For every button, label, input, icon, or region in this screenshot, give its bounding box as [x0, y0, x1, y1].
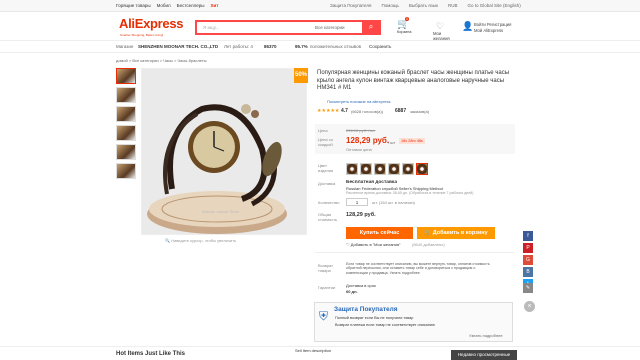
top-link-protection[interactable]: Защита Покупателя	[330, 3, 371, 8]
search-category-select[interactable]: Все категории	[315, 25, 345, 30]
color-swatch[interactable]	[402, 163, 414, 175]
sale-price-label: Цена со скидкой	[318, 137, 333, 147]
googleplus-share-icon[interactable]: G	[523, 255, 533, 265]
user-icon[interactable]: 👤	[462, 21, 473, 32]
store-years: Лет работы: 4	[224, 44, 253, 49]
qty-hint: шт. (154 шт. в наличии)	[372, 200, 415, 205]
total-price: 128,29 руб.	[346, 212, 376, 218]
product-main-image[interactable]: Marcon mouse Store	[141, 68, 307, 235]
color-swatch[interactable]	[388, 163, 400, 175]
delivery-label: Доставка	[318, 181, 336, 186]
guarantee-days: 60 дн.	[346, 289, 358, 294]
top-link-global[interactable]: Go to Global Site (English)	[467, 3, 520, 8]
buy-now-button[interactable]: Купить сейчас	[346, 227, 413, 239]
edit-icon[interactable]: ✎	[523, 283, 533, 293]
order-count: 6887	[395, 108, 407, 114]
buyer-protection-box: ⛨ Защита Покупателя Полный возврат если …	[314, 302, 513, 342]
store-bar: Магазин SHENZHEN MOONAR TECH. CO.,LTD Ле…	[0, 40, 640, 53]
divider	[315, 252, 515, 253]
vk-share-icon[interactable]: B	[523, 267, 533, 277]
review-count[interactable]: (6628 голосов(а))	[351, 109, 383, 114]
thumbnail[interactable]	[116, 106, 136, 122]
sell-item-link[interactable]: Sell Item description	[295, 348, 331, 353]
add-to-cart-button[interactable]: 🛒 Добавить в корзину	[417, 227, 495, 239]
close-icon[interactable]: ×	[524, 301, 535, 312]
store-positive-label: положительных отзывов	[310, 44, 362, 49]
cart-label: Корзина	[397, 30, 412, 34]
rating-value: 4.7	[341, 108, 348, 114]
top-bar: Горящие товары Мобил Бестселлеры Хит Защ…	[0, 0, 640, 12]
account-my[interactable]: Мой AliExpress	[474, 28, 503, 33]
protection-title: Защита Покупателя	[334, 306, 398, 313]
qty-label: Количество	[318, 200, 340, 205]
quantity-stepper[interactable]: 1	[346, 198, 368, 206]
thumbnail[interactable]	[116, 87, 136, 103]
top-link-hot[interactable]: Горящие товары	[116, 3, 151, 8]
returns-text: Если товар не соответствует описанию, вы…	[346, 262, 490, 275]
store-rating: 86370	[264, 44, 277, 49]
product-title: Популярная женщины кожаный браслет часы …	[317, 70, 510, 91]
total-label: Общая стоимость	[318, 212, 338, 222]
store-positive: 95.7%	[295, 44, 308, 49]
store-save-button[interactable]: Сохранить	[369, 44, 391, 49]
logo-tagline: Smarter Shopping, Better Living!	[120, 33, 164, 37]
cart[interactable]: 🛒 0 Корзина	[397, 17, 415, 37]
top-promo-logo[interactable]: Хит	[210, 3, 218, 8]
protection-line-2: Возврат платежа если товар не соответств…	[335, 323, 435, 327]
store-label: Магазин	[116, 44, 134, 49]
color-label: Цвет изделия	[318, 163, 334, 173]
account-login[interactable]: Войти Регистрация	[474, 22, 511, 27]
thumbnail-list	[116, 68, 136, 182]
ship-eta: Расчетное время доставки: 38-65 дн. (Обр…	[346, 191, 474, 195]
wholesale-link[interactable]: Оптовая цена	[346, 147, 372, 152]
top-link-bestsellers[interactable]: Бестселлеры	[177, 3, 205, 8]
color-swatch[interactable]	[374, 163, 386, 175]
protection-more-link[interactable]: Узнать подробнее	[469, 333, 503, 338]
recently-viewed-button[interactable]: Недавно просмотренные	[451, 350, 517, 360]
breadcrumb[interactable]: домой > Все категории > Часы > Часы-брас…	[116, 58, 206, 63]
pinterest-share-icon[interactable]: P	[523, 243, 533, 253]
thumbnail[interactable]	[116, 68, 136, 84]
countdown-timer: 18ч 28m 48s	[399, 138, 425, 144]
store-name[interactable]: SHENZHEN MOONAR TECH. CO.,LTD	[138, 44, 218, 49]
sale-price: 128,29 руб.	[346, 136, 390, 145]
thumbnail[interactable]	[116, 144, 136, 160]
thumbnail[interactable]	[116, 163, 136, 179]
price-unit: / шт	[388, 140, 396, 145]
free-delivery: Бесплатная доставка	[346, 180, 397, 185]
old-price: 256.16 руб. / шт	[346, 128, 376, 133]
color-swatch-selected[interactable]	[416, 163, 428, 175]
discount-badge: 50%	[294, 68, 308, 83]
search-input[interactable]: Я ищу...	[203, 25, 219, 30]
search-bar[interactable]: Я ищу... Все категории ⌕	[195, 20, 381, 35]
price-label: Цена	[318, 128, 328, 133]
zoom-hint: 🔍 Наведите курсор, чтобы увеличить	[165, 238, 237, 243]
order-label: заказов(а)	[410, 109, 430, 114]
top-link-language[interactable]: Выбрать язык	[409, 3, 438, 8]
add-wishlist-button[interactable]: ♡ Добавить в "Мои желания"	[346, 242, 400, 247]
top-link-help[interactable]: Помощь	[381, 3, 398, 8]
protection-line-1: Полный возврат если Вы не получили товар	[335, 316, 414, 320]
color-swatch[interactable]	[346, 163, 358, 175]
facebook-share-icon[interactable]: f	[523, 231, 533, 241]
related-heading: Hot Items Just Like This	[116, 351, 186, 357]
returns-label: Возврат товара	[318, 263, 333, 273]
image-watermark: Marcon mouse Store	[202, 209, 240, 214]
color-swatch[interactable]	[360, 163, 372, 175]
shield-icon: ⛨	[319, 309, 329, 323]
search-button[interactable]: ⌕	[362, 20, 380, 35]
cart-count-badge: 0	[405, 17, 409, 21]
compare-link[interactable]: Посмотреть похожие на aliexpress	[327, 99, 390, 104]
thumbnail[interactable]	[116, 125, 136, 141]
guarantee-text: Доставка в срок	[346, 283, 376, 288]
header: AliExpress Smarter Shopping, Better Livi…	[0, 12, 640, 41]
rating-stars: ★★★★★	[317, 108, 340, 114]
guarantee-label: Гарантии	[318, 285, 336, 290]
top-link-mobile[interactable]: Мобил	[157, 3, 171, 8]
aliexpress-logo[interactable]: AliExpress	[119, 16, 184, 31]
wishlist-count: (6640 добавлено)	[412, 242, 445, 247]
top-link-currency[interactable]: RUB	[448, 3, 458, 8]
